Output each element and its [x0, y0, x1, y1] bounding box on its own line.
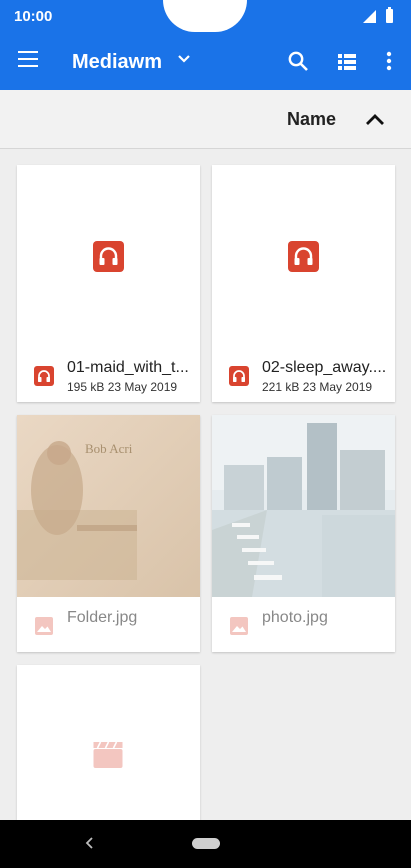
file-thumbnail: [212, 165, 395, 347]
camera-notch: [163, 0, 247, 32]
file-name: Folder.jpg: [67, 609, 138, 626]
list-view-icon[interactable]: [336, 51, 358, 73]
back-icon[interactable]: [84, 836, 96, 850]
headphones-icon: [93, 241, 124, 272]
headphones-icon: [288, 241, 319, 272]
chevron-down-icon[interactable]: [177, 52, 191, 66]
sort-bar[interactable]: Name: [0, 90, 411, 149]
menu-icon[interactable]: [18, 51, 38, 71]
file-thumbnail: [17, 665, 200, 820]
image-thumbnail: [212, 415, 395, 597]
image-icon: [230, 617, 248, 635]
app-title[interactable]: Mediawm: [72, 51, 162, 74]
album-art-thumbnail: Bob Acri: [17, 415, 200, 597]
file-card[interactable]: [17, 665, 200, 820]
file-thumbnail: [17, 165, 200, 347]
file-card[interactable]: photo.jpg: [212, 415, 395, 652]
harbor-photo-thumbnail: [212, 415, 395, 597]
app-bar: Mediawm: [0, 34, 411, 90]
file-meta: 195 kB 23 May 2019: [67, 380, 178, 394]
sort-label[interactable]: Name: [287, 109, 336, 130]
system-nav-bar: [0, 820, 411, 868]
status-time: 10:00: [14, 8, 53, 25]
clapperboard-icon: [93, 741, 123, 768]
file-meta: 221 kB 23 May 2019: [262, 380, 373, 394]
file-card[interactable]: Bob Acri Folder.jpg: [17, 415, 200, 652]
search-icon[interactable]: [287, 50, 309, 72]
file-card[interactable]: 02-sleep_away.... 221 kB 23 May 2019: [212, 165, 395, 402]
album-art-text: Bob Acri: [85, 441, 133, 456]
file-card[interactable]: 01-maid_with_t... 195 kB 23 May 2019: [17, 165, 200, 402]
signal-icon: [363, 9, 376, 23]
headphones-icon: [34, 366, 54, 386]
image-icon: [35, 617, 53, 635]
status-icons: [363, 7, 393, 23]
file-grid: 01-maid_with_t... 195 kB 23 May 2019 02-…: [0, 149, 411, 820]
image-thumbnail: Bob Acri: [17, 415, 200, 597]
file-name: 01-maid_with_t...: [67, 359, 189, 376]
status-bar: 10:00: [0, 0, 411, 34]
file-name: 02-sleep_away....: [262, 359, 387, 376]
chevron-up-icon[interactable]: [364, 110, 386, 130]
more-vert-icon[interactable]: [378, 50, 400, 72]
battery-icon: [386, 7, 393, 23]
file-name: photo.jpg: [262, 609, 328, 626]
headphones-icon: [229, 366, 249, 386]
home-pill[interactable]: [192, 838, 220, 849]
